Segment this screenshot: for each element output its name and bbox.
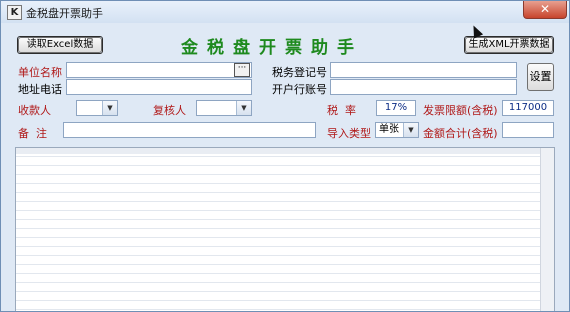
app-icon: K [7,5,22,20]
main-window: K 金税盘开票助手 ✕ 读取Excel数据 金税盘开票助手 生成XML开票数据 … [0,0,570,312]
generate-xml-button[interactable]: 生成XML开票数据 [465,37,553,53]
payee-select[interactable]: ▼ [76,100,118,116]
tax-rate-label: 税 率 [327,104,356,117]
data-grid[interactable] [15,147,555,311]
amount-total-field[interactable] [502,122,554,138]
read-excel-button[interactable]: 读取Excel数据 [18,37,102,53]
unit-name-label: 单位名称 [18,66,62,79]
import-type-select[interactable]: 单张 ▼ [375,122,419,138]
bank-account-label: 开户行账号 [272,83,327,96]
browse-button[interactable]: ··· [234,63,250,77]
remark-label: 备 注 [18,127,47,140]
title-bar: K 金税盘开票助手 ✕ [1,1,569,23]
import-type-select-value: 单张 [379,124,399,135]
tax-registration-field[interactable] [330,62,517,78]
tax-registration-label: 税务登记号 [272,66,327,79]
address-phone-field[interactable] [66,79,252,95]
address-phone-label: 地址电话 [18,83,62,96]
grid-header [16,148,554,154]
reviewer-label: 复核人 [153,104,186,117]
invoice-limit-field[interactable]: 117000 [502,100,554,116]
bank-account-field[interactable] [330,79,517,95]
vertical-scrollbar[interactable] [540,148,554,311]
app-title: 金税盘开票助手 [181,38,363,58]
amount-total-label: 金额合计(含税) [423,127,498,140]
tax-rate-field[interactable]: 17% [376,100,416,116]
chevron-down-icon[interactable]: ▼ [403,123,418,137]
settings-button[interactable]: 设置 [527,63,554,91]
chevron-down-icon[interactable]: ▼ [102,101,117,115]
remark-field[interactable] [63,122,316,138]
unit-name-field[interactable] [66,62,252,78]
window-title: 金税盘开票助手 [26,7,103,20]
close-button[interactable]: ✕ [523,1,567,19]
chevron-down-icon[interactable]: ▼ [236,101,251,115]
payee-label: 收款人 [18,104,51,117]
import-type-label: 导入类型 [327,127,371,140]
reviewer-select[interactable]: ▼ [196,100,252,116]
invoice-limit-label: 发票限额(含税) [423,104,498,117]
